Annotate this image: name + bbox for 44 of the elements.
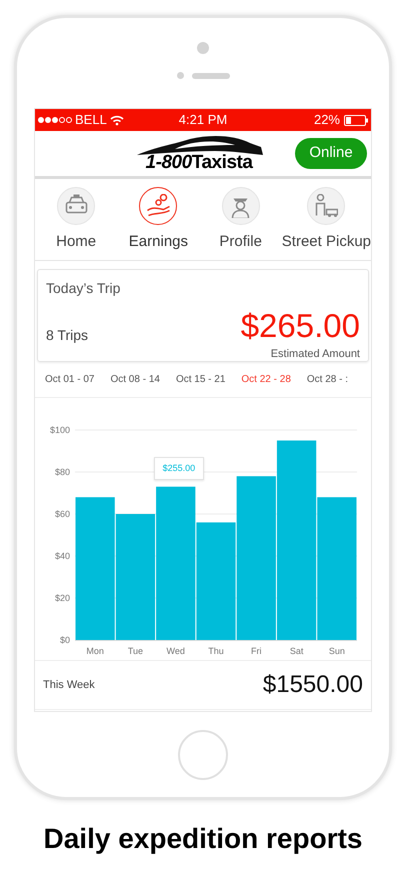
battery-percent: 22% <box>314 111 340 130</box>
axis-label: Sat <box>290 646 304 656</box>
nav-tab[interactable]: Home <box>35 187 118 260</box>
week-tab[interactable]: Oct 22 - 28 <box>241 372 291 387</box>
nav-tab[interactable]: Street Pickup <box>282 187 371 260</box>
person-car-icon <box>314 194 338 218</box>
axis-label: $0 <box>60 635 70 645</box>
speaker <box>192 72 230 78</box>
week-tab[interactable]: Oct 01 - 07 <box>45 372 94 387</box>
axis-label: $80 <box>54 467 70 477</box>
home-button[interactable] <box>178 730 228 780</box>
estimated-amount: $265.00 <box>240 309 360 342</box>
axis-label: $60 <box>54 509 70 519</box>
carrier-name: BELL <box>75 111 107 130</box>
axis-label: Wed <box>166 646 185 656</box>
coins-hand-icon <box>146 194 170 218</box>
axis-label: Mon <box>86 646 104 656</box>
axis-label: $100 <box>50 425 70 435</box>
camera <box>197 42 209 54</box>
status-time: 4:21 PM <box>178 111 228 130</box>
axis-label: Fri <box>251 646 262 656</box>
caption: Daily expedition reports <box>44 822 362 856</box>
card-title: Today’s Trip <box>46 279 120 298</box>
amount-label: Estimated Amount <box>270 347 360 362</box>
axis-label: $40 <box>54 551 70 561</box>
axis-label: Thu <box>208 646 224 656</box>
axis-label: $20 <box>54 593 70 603</box>
chart-tooltip: $255.00 <box>154 456 204 480</box>
week-tab[interactable]: Oct 08 - 14 <box>110 372 160 387</box>
battery-icon <box>344 114 368 126</box>
trip-count: 8 Trips <box>46 326 88 345</box>
nav-tab[interactable]: Earnings <box>117 187 200 260</box>
sensor <box>176 72 184 79</box>
axis-label: Tue <box>128 646 144 656</box>
nav-tab[interactable]: Profile <box>200 187 282 260</box>
week-total-amount: $1550.00 <box>262 670 363 700</box>
wifi-icon <box>110 114 124 126</box>
axis-label: Sun <box>328 646 345 656</box>
total-label: This Week <box>43 678 95 693</box>
week-tab[interactable]: Oct 15 - 21 <box>176 372 226 387</box>
signal-icon <box>38 116 72 124</box>
online-button[interactable]: Online <box>295 138 367 169</box>
week-tab[interactable]: Oct 28 - : <box>306 372 348 387</box>
logo-text: 1-800Taxista <box>146 153 252 172</box>
